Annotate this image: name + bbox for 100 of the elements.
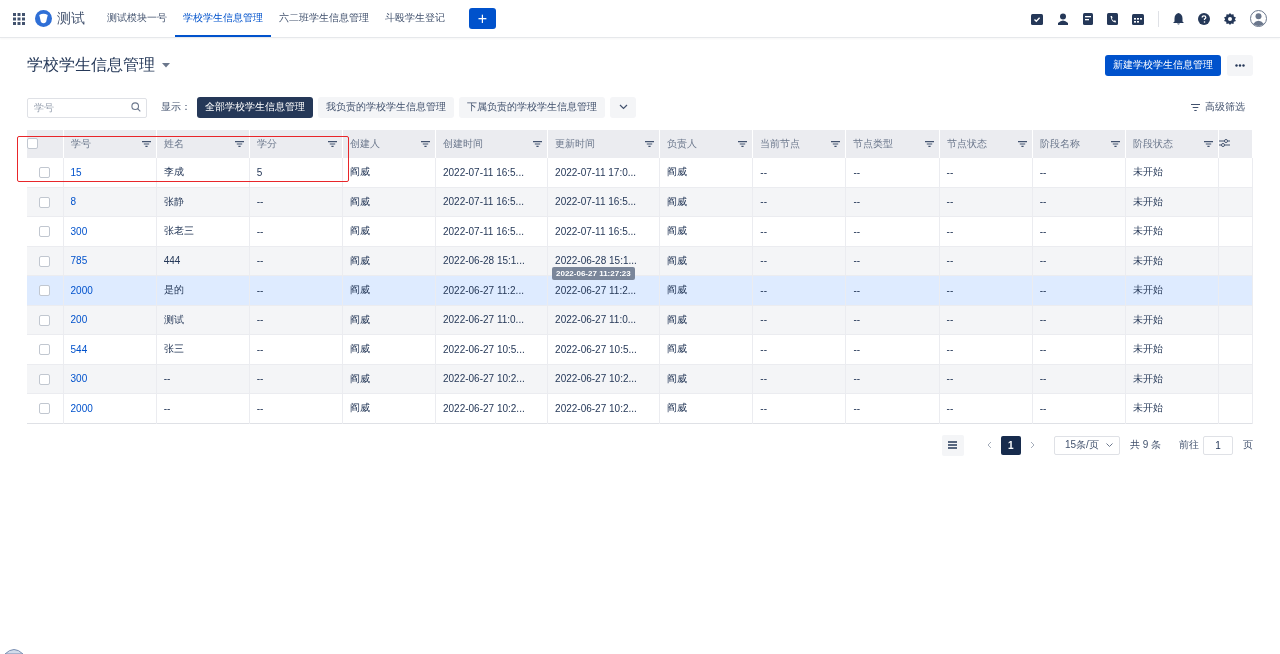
table-cell: 阎威 <box>667 284 688 296</box>
nav-tab[interactable]: 测试模块一号 <box>99 0 175 37</box>
record-link[interactable]: 15 <box>70 166 82 178</box>
record-link[interactable]: 300 <box>70 373 88 385</box>
filter-icon[interactable] <box>831 140 841 147</box>
table-cell: 阎威 <box>349 313 370 325</box>
table-cell: 阎威 <box>349 402 370 414</box>
table-cell: -- <box>946 225 954 237</box>
table-cell: -- <box>256 402 264 414</box>
table-cell: 2022-06-27 10:2... <box>555 373 637 385</box>
page-number[interactable]: 1 <box>1000 435 1021 455</box>
record-link[interactable]: 2000 <box>70 284 93 296</box>
table-cell: 阎威 <box>349 372 370 384</box>
row-checkbox[interactable] <box>39 344 51 356</box>
row-checkbox[interactable] <box>39 285 51 297</box>
table-cell: -- <box>163 373 171 385</box>
app-name: 测试 <box>57 9 85 28</box>
view-tab[interactable]: 我负责的学校学生信息管理 <box>318 96 454 118</box>
record-link[interactable]: 300 <box>70 225 88 237</box>
row-checkbox[interactable] <box>39 403 51 415</box>
help-icon[interactable] <box>1198 12 1210 25</box>
filter-icon[interactable] <box>420 140 430 147</box>
table-cell: 5 <box>256 166 263 178</box>
record-link[interactable]: 785 <box>70 255 88 267</box>
table-cell: -- <box>1039 166 1047 178</box>
table-cell: 未开始 <box>1132 372 1163 384</box>
calendar-check-icon[interactable] <box>1031 12 1043 25</box>
table-cell: 阎威 <box>349 166 370 178</box>
add-button[interactable]: + <box>469 8 496 29</box>
table-cell: -- <box>760 314 767 326</box>
avatar-icon[interactable] <box>1250 10 1267 27</box>
filter-icon[interactable] <box>1203 140 1213 147</box>
table-cell: -- <box>1039 402 1047 414</box>
view-tab[interactable]: 下属负责的学校学生信息管理 <box>459 96 605 118</box>
table-row[interactable]: 300 -- -- 阎威 2022-06-27 10:2... 2022-06-27 10:2... 阎威 -- -- -- -- 未开始 <box>27 364 1253 394</box>
table-row[interactable]: 200 测试 -- 阎威 2022-06-27 11:0... 2022-06-27 11:0... 阎威 -- -- -- -- 未开始 <box>27 305 1253 335</box>
nav-tab[interactable]: 斗殴学生登记 <box>377 0 453 37</box>
table-cell: -- <box>163 402 171 414</box>
table-row[interactable]: 2000 是的 -- 阎威 2022-06-27 11:2... 2022-06-27 11:2... 阎威 -- -- -- -- 未开始 <box>27 275 1253 305</box>
caret-icon[interactable] <box>162 62 170 68</box>
settings-icon[interactable] <box>1224 12 1236 25</box>
table-cell: 阎威 <box>667 313 688 325</box>
document-icon[interactable] <box>1083 12 1093 25</box>
column-header: 当前节点 <box>760 136 801 151</box>
record-link[interactable]: 544 <box>70 343 88 355</box>
user-icon[interactable] <box>1057 12 1069 25</box>
view-tab[interactable]: 全部学校学生信息管理 <box>197 96 313 118</box>
search-field[interactable]: 学号 <box>27 97 147 118</box>
filter-icon[interactable] <box>1017 140 1027 147</box>
row-checkbox[interactable] <box>39 226 51 238</box>
new-record-button[interactable]: 新建学校学生信息管理 <box>1105 54 1221 76</box>
nav-tab[interactable]: 六二班学生信息管理 <box>271 0 377 37</box>
filter-icon[interactable] <box>327 140 337 147</box>
app-grid-icon[interactable] <box>13 12 25 25</box>
table-cell: 2022-06-28 15:1... <box>442 255 525 267</box>
list-view-button[interactable] <box>941 434 964 456</box>
row-checkbox[interactable] <box>39 196 51 208</box>
table-cell: -- <box>946 343 954 355</box>
table-row[interactable]: 2000 -- -- 阎威 2022-06-27 10:2... 2022-06-27 10:2... 阎威 -- -- -- -- 未开始 <box>27 393 1253 423</box>
phone-book-icon[interactable] <box>1107 12 1118 25</box>
table-cell: -- <box>1039 255 1047 267</box>
calendar-icon[interactable] <box>1132 12 1144 25</box>
row-checkbox[interactable] <box>39 167 51 179</box>
filter-icon[interactable] <box>533 140 543 147</box>
table-cell: 2022-06-27 11:2... <box>555 284 637 296</box>
record-link[interactable]: 8 <box>70 196 77 208</box>
page-size-select[interactable]: 15条/页 <box>1053 435 1120 455</box>
table-cell: -- <box>853 314 861 326</box>
chevron-down-icon <box>618 104 628 110</box>
table-cell: -- <box>853 196 861 208</box>
more-button[interactable] <box>1227 54 1253 76</box>
nav-tab[interactable]: 学校学生信息管理 <box>175 0 271 37</box>
row-checkbox[interactable] <box>39 314 51 326</box>
filter-icon[interactable] <box>1110 140 1120 147</box>
row-checkbox[interactable] <box>39 255 51 267</box>
record-link[interactable]: 200 <box>70 314 88 326</box>
advanced-filter-button[interactable]: 高级筛选 <box>1191 100 1253 114</box>
bell-icon[interactable] <box>1173 12 1184 25</box>
table-cell: -- <box>946 255 954 267</box>
table-row[interactable]: 8 张静 -- 阎威 2022-07-11 16:5... 2022-07-11 16:5... 阎威 -- -- -- -- 未开始 <box>27 187 1253 217</box>
show-label: 显示： <box>161 100 191 114</box>
filter-icon[interactable] <box>924 140 934 147</box>
table-cell: -- <box>760 166 767 178</box>
search-icon <box>131 102 141 112</box>
table-cell: 2022-06-27 10:2... <box>442 373 525 385</box>
column-header: 更新时间 <box>555 136 596 151</box>
column-header: 创建人 <box>349 136 380 151</box>
filter-icon[interactable] <box>234 140 244 147</box>
select-all-checkbox[interactable] <box>27 138 38 150</box>
row-checkbox[interactable] <box>39 373 51 385</box>
filter-icon[interactable] <box>738 140 748 147</box>
table-cell: 测试 <box>163 313 184 325</box>
goto-page-field[interactable]: 1 <box>1203 435 1233 455</box>
table-cell: -- <box>760 196 767 208</box>
filter-icon[interactable] <box>645 140 655 147</box>
table-cell: 阎威 <box>667 343 688 355</box>
column-settings-icon[interactable] <box>1218 139 1230 147</box>
filter-icon[interactable] <box>141 140 151 147</box>
table-cell: 2022-06-27 11:2... <box>442 284 524 296</box>
record-link[interactable]: 2000 <box>70 402 93 414</box>
